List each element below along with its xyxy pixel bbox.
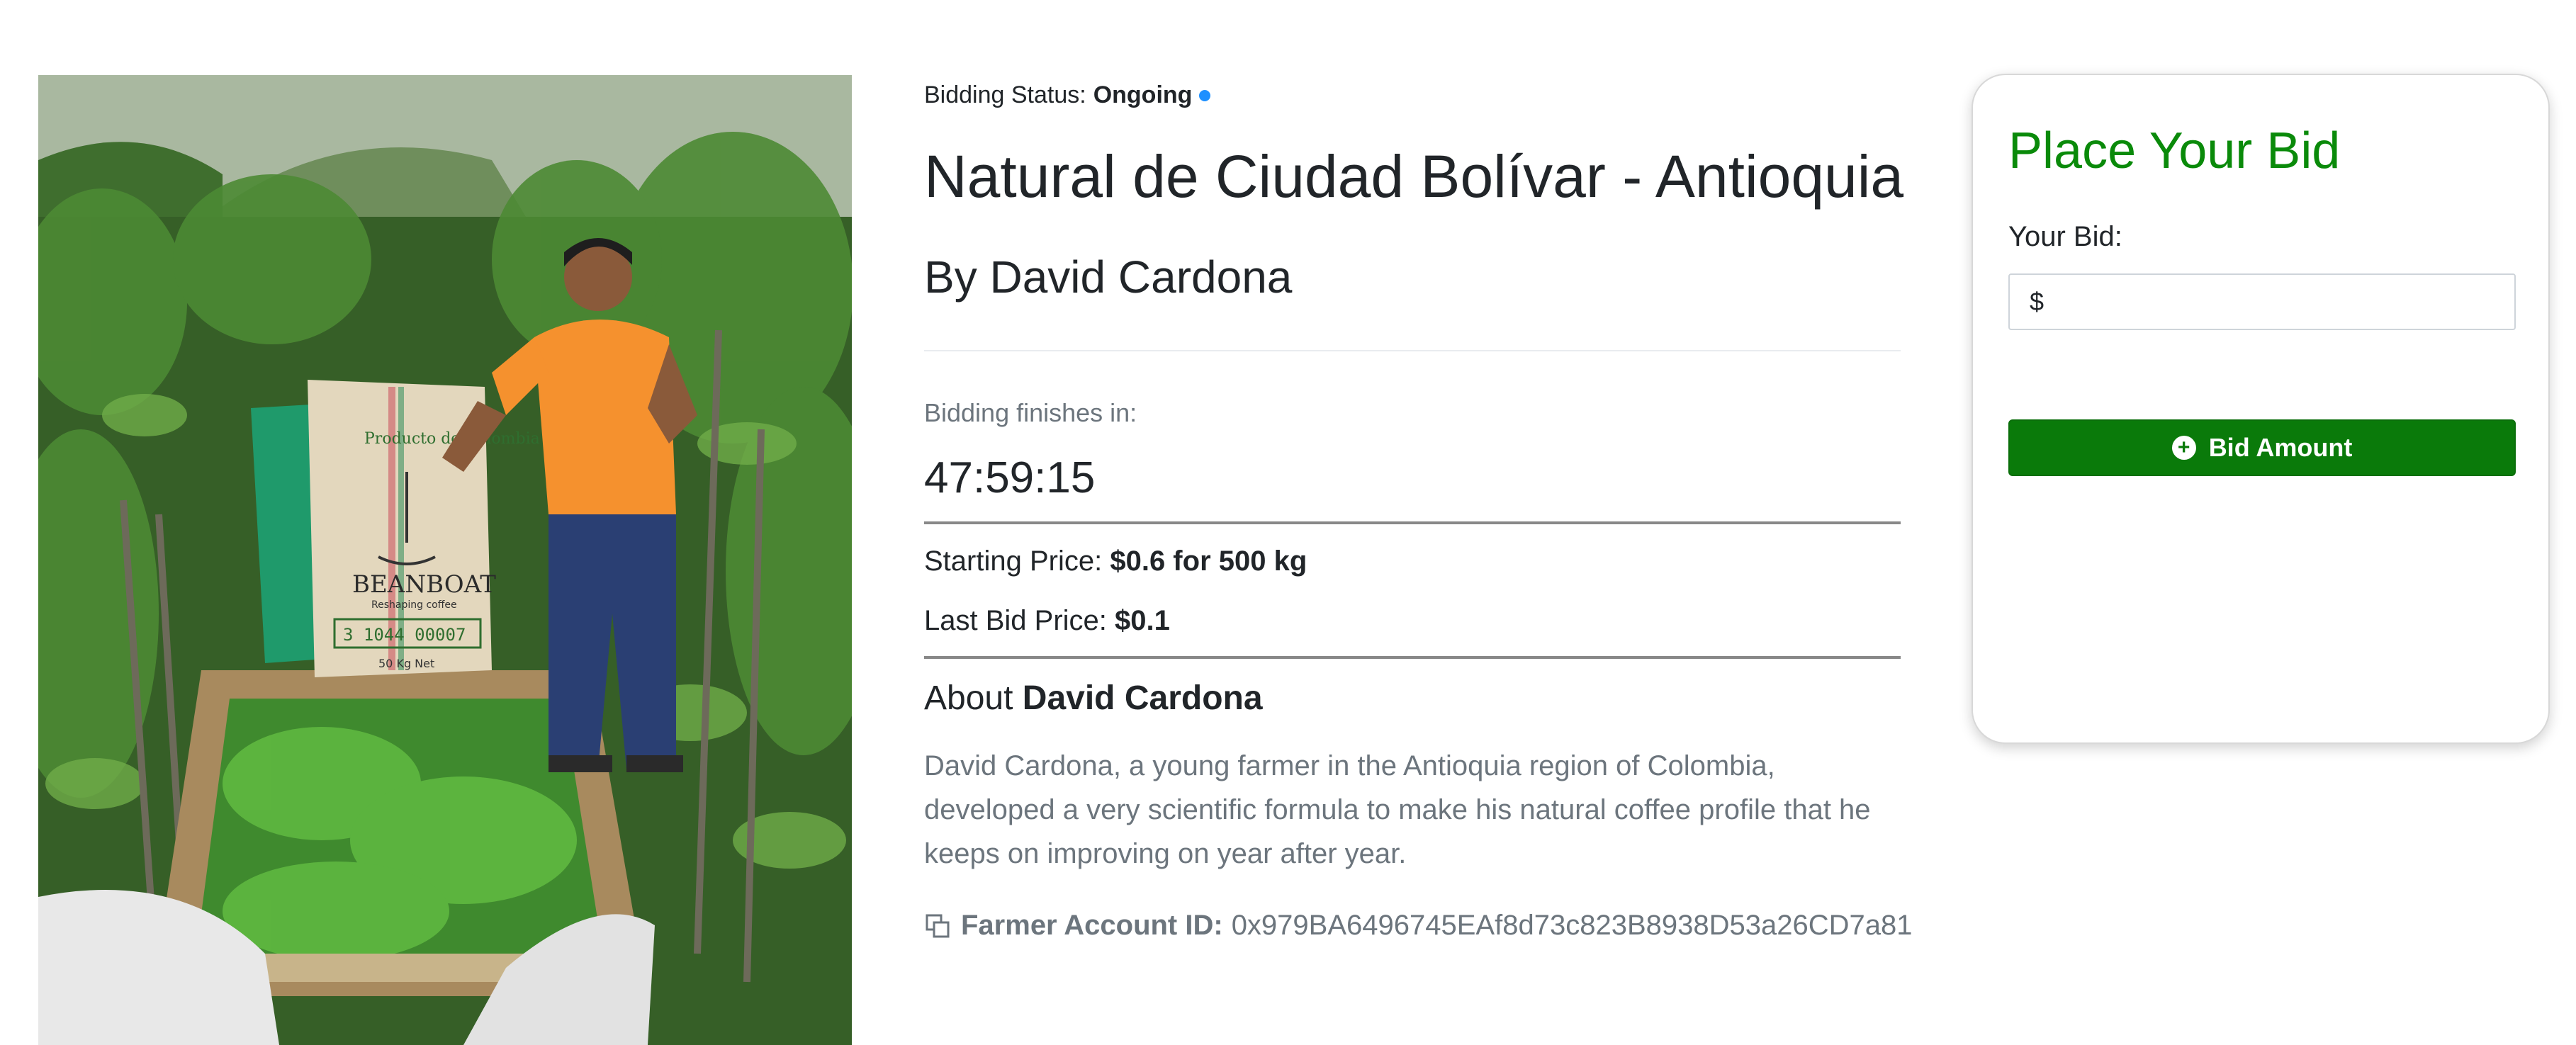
auction-page: Producto de Colombia BEANBOAT Reshaping … bbox=[0, 0, 2576, 1045]
svg-text:3 1044 00007: 3 1044 00007 bbox=[343, 625, 466, 645]
svg-text:50 Kg Net: 50 Kg Net bbox=[378, 657, 434, 670]
starting-price: Starting Price: $0.6 for 500 kg bbox=[924, 546, 1307, 577]
product-photo: Producto de Colombia BEANBOAT Reshaping … bbox=[38, 75, 852, 1045]
about-prefix: About bbox=[924, 679, 1013, 717]
farmer-account-label: Farmer Account ID: bbox=[961, 910, 1223, 941]
farmer-byline: By David Cardona bbox=[924, 252, 1293, 303]
plus-circle-icon: + bbox=[2171, 436, 2196, 460]
starting-price-value: $0.6 for 500 kg bbox=[1110, 546, 1307, 577]
bidding-status: Bidding Status: Ongoing bbox=[924, 75, 1901, 115]
svg-text:BEANBOAT: BEANBOAT bbox=[352, 570, 496, 599]
bid-amount-button[interactable]: + Bid Amount bbox=[2008, 419, 2516, 476]
bid-amount-input[interactable] bbox=[2008, 273, 2516, 330]
divider bbox=[924, 521, 1901, 524]
farmer-account-id[interactable]: 0x979BA6496745EAf8d73c823B8938D53a26CD7a… bbox=[1232, 910, 1913, 942]
bidding-status-label: Bidding Status: bbox=[924, 81, 1086, 108]
bidding-status-value: Ongoing bbox=[1093, 81, 1193, 108]
product-title: Natural de Ciudad Bolívar - Antioquia bbox=[924, 143, 1904, 210]
farmer-account: Farmer Account ID: 0x979BA6496745EAf8d73… bbox=[924, 910, 1913, 942]
bid-amount-button-label: Bid Amount bbox=[2208, 433, 2353, 462]
auction-details: Bidding Status: Ongoing Natural de Ciuda… bbox=[924, 75, 1913, 941]
about-heading: About David Cardona bbox=[924, 679, 1263, 718]
last-bid-price-value: $0.1 bbox=[1115, 605, 1170, 636]
countdown-timer: 47:59:15 bbox=[924, 453, 1096, 502]
divider bbox=[924, 350, 1901, 351]
last-bid-price: Last Bid Price: $0.1 bbox=[924, 605, 1170, 637]
copy-icon[interactable] bbox=[924, 913, 951, 939]
about-farmer-name: David Cardona bbox=[1022, 679, 1263, 717]
starting-price-label: Starting Price: bbox=[924, 546, 1103, 577]
status-dot-icon bbox=[1199, 90, 1211, 101]
your-bid-label: Your Bid: bbox=[2008, 221, 2122, 252]
last-bid-price-label: Last Bid Price: bbox=[924, 605, 1107, 636]
svg-text:Reshaping coffee: Reshaping coffee bbox=[371, 599, 457, 611]
divider bbox=[924, 656, 1901, 659]
place-bid-title: Place Your Bid bbox=[2008, 123, 2341, 179]
place-bid-card: Place Your Bid Your Bid: + Bid Amount bbox=[1972, 74, 2550, 744]
bidding-finishes-label: Bidding finishes in: bbox=[924, 398, 1137, 427]
about-description: David Cardona, a young farmer in the Ant… bbox=[924, 750, 1871, 869]
